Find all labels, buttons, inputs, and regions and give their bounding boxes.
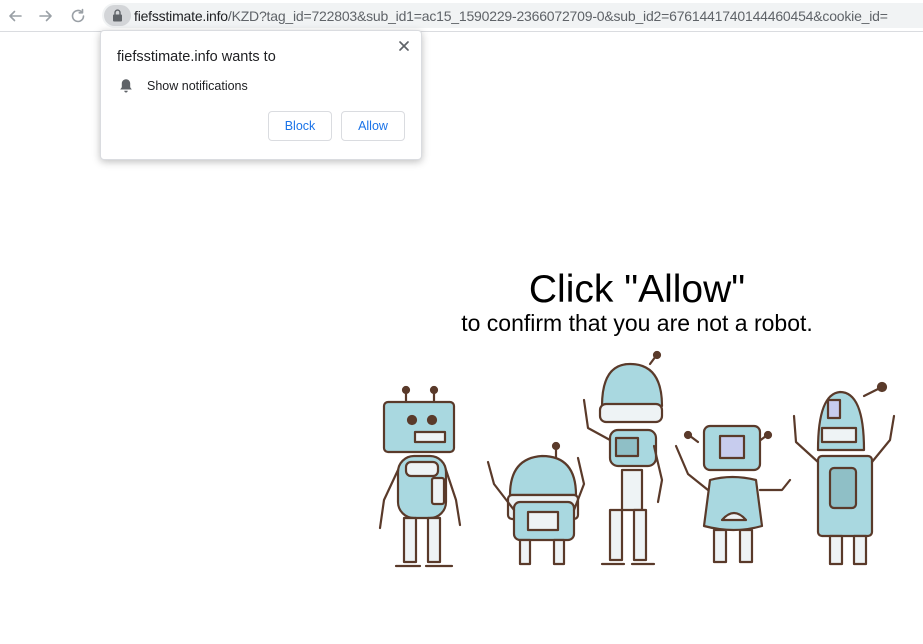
bell-icon bbox=[120, 79, 132, 93]
arrow-right-icon[interactable] bbox=[36, 6, 56, 26]
url-host: fiefsstimate.info bbox=[134, 8, 228, 24]
reload-icon[interactable] bbox=[68, 6, 88, 26]
robot-2 bbox=[486, 441, 586, 566]
address-bar[interactable]: fiefsstimate.info/KZD?tag_id=722803&sub_… bbox=[102, 3, 923, 28]
robot-3 bbox=[582, 350, 664, 566]
lock-icon bbox=[113, 9, 122, 22]
robot-4 bbox=[674, 424, 792, 564]
site-info-button[interactable] bbox=[104, 5, 131, 26]
arrow-left-icon[interactable] bbox=[5, 6, 25, 26]
robots-illustration bbox=[378, 350, 896, 568]
robot-5 bbox=[792, 381, 896, 566]
permission-label: Show notifications bbox=[147, 79, 248, 93]
robot-1 bbox=[378, 385, 462, 568]
url-path: /KZD?tag_id=722803&sub_id1=ac15_1590229-… bbox=[227, 8, 888, 24]
notification-permission-prompt: fiefsstimate.info wants to Show notifica… bbox=[100, 30, 422, 160]
close-icon[interactable] bbox=[395, 37, 413, 55]
url-text[interactable]: fiefsstimate.info/KZD?tag_id=722803&sub_… bbox=[134, 8, 888, 24]
page-headline: Click "Allow" bbox=[528, 268, 746, 311]
page-subline: to confirm that you are not a robot. bbox=[461, 310, 813, 336]
allow-button[interactable]: Allow bbox=[341, 111, 405, 141]
browser-toolbar: fiefsstimate.info/KZD?tag_id=722803&sub_… bbox=[0, 0, 923, 32]
block-button[interactable]: Block bbox=[268, 111, 332, 141]
prompt-title: fiefsstimate.info wants to bbox=[117, 49, 276, 65]
